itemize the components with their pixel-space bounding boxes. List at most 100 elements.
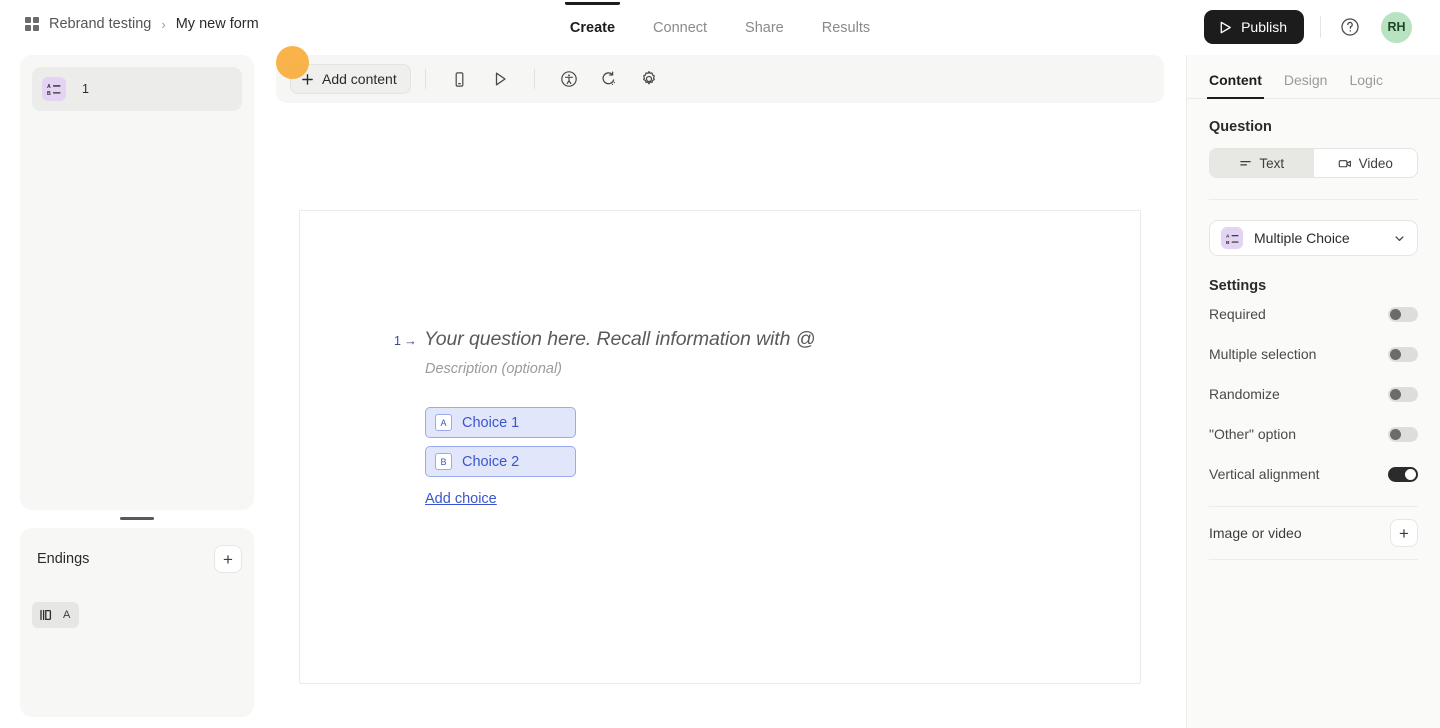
setting-row-other-option: "Other" option [1209, 414, 1418, 454]
question-title-line: 1 → Your question here. Recall informati… [394, 328, 1034, 351]
right-panel-tabs: Content Design Logic [1187, 55, 1440, 99]
breadcrumb-workspace[interactable]: Rebrand testing [49, 16, 151, 32]
choice-label[interactable]: Choice 2 [462, 454, 519, 470]
setting-row-multiple-selection: Multiple selection [1209, 334, 1418, 374]
mobile-preview-icon[interactable] [445, 64, 475, 94]
segment-text[interactable]: Text [1210, 149, 1314, 177]
add-ending-button[interactable]: + [214, 545, 242, 573]
divider-3 [1209, 559, 1418, 560]
question-number: 1 [82, 82, 89, 96]
choices-list: A Choice 1 B Choice 2 Add choice [425, 407, 1034, 508]
choice-letter-badge: A [435, 414, 452, 431]
toolbar-divider [1320, 16, 1321, 38]
tab-connect[interactable]: Connect [651, 2, 709, 53]
toggle-required[interactable] [1388, 306, 1418, 322]
svg-text:A: A [47, 84, 51, 90]
segment-text-label: Text [1259, 155, 1285, 171]
setting-row-vertical-alignment: Vertical alignment [1209, 454, 1418, 494]
segment-video-label: Video [1358, 155, 1393, 171]
svg-text:B: B [47, 91, 51, 96]
tab-create[interactable]: Create [564, 2, 621, 53]
right-panel-body: Question Text Video A B Multiple Choice … [1187, 99, 1440, 560]
breadcrumb-current-form[interactable]: My new form [176, 16, 259, 32]
setting-row-required: Required [1209, 294, 1418, 334]
image-or-video-label: Image or video [1209, 525, 1302, 541]
svg-text:B: B [1226, 240, 1230, 245]
toggle-multiple-selection[interactable] [1388, 346, 1418, 362]
app-root: Rebrand testing › My new form Create Con… [0, 0, 1440, 728]
tab-share[interactable]: Share [743, 2, 786, 53]
segment-video[interactable]: Video [1314, 149, 1418, 177]
question-description-input[interactable]: Description (optional) [425, 361, 1034, 377]
toggle-randomize[interactable] [1388, 386, 1418, 402]
breadcrumb: Rebrand testing › My new form [24, 16, 259, 32]
toolbar-divider-2 [533, 69, 535, 89]
question-type-dropdown[interactable]: A B Multiple Choice [1209, 220, 1418, 256]
question-title-input[interactable]: Your question here. Recall information w… [424, 328, 816, 351]
settings-title: Settings [1209, 278, 1267, 294]
choice-label[interactable]: Choice 1 [462, 415, 519, 431]
refresh-icon[interactable] [594, 64, 624, 94]
divider-1 [1209, 199, 1418, 200]
question-block: 1 → Your question here. Recall informati… [394, 328, 1034, 508]
right-settings-panel: Content Design Logic Question Text Video… [1186, 55, 1440, 728]
video-camera-icon [1338, 157, 1352, 170]
questions-panel: A B 1 [20, 55, 254, 510]
choice-option-a[interactable]: A Choice 1 [425, 407, 576, 438]
setting-row-randomize: Randomize [1209, 374, 1418, 414]
question-media-segmented-control: Text Video [1209, 148, 1418, 178]
question-type-label: Multiple Choice [1254, 230, 1350, 246]
question-section-label: Question [1209, 119, 1272, 135]
setting-label: Vertical alignment [1209, 466, 1320, 482]
choice-option-b[interactable]: B Choice 2 [425, 446, 576, 477]
grid-icon[interactable] [24, 16, 40, 32]
avatar[interactable]: RH [1381, 11, 1412, 43]
canvas-toolbar: Add content [276, 55, 1164, 103]
question-arrow-icon: → [403, 333, 417, 348]
sidebar-item-question-1[interactable]: A B 1 [32, 67, 242, 111]
svg-text:A: A [1226, 233, 1230, 239]
endings-header: Endings + [32, 542, 242, 576]
cursor-click-indicator [276, 46, 309, 79]
setting-label: Randomize [1209, 386, 1280, 402]
multiple-choice-icon: A B [1221, 227, 1243, 249]
toggle-other-option[interactable] [1388, 426, 1418, 442]
setting-label: Multiple selection [1209, 346, 1317, 362]
setting-label: Required [1209, 306, 1266, 322]
accessibility-icon[interactable] [554, 64, 584, 94]
publish-button[interactable]: Publish [1204, 10, 1304, 44]
ending-item-a[interactable]: A [32, 602, 80, 628]
tab-design[interactable]: Design [1284, 72, 1328, 98]
form-canvas: 1 → Your question here. Recall informati… [299, 210, 1141, 684]
add-content-label: Add content [322, 71, 397, 87]
left-sidebar: A B 1 Endings + A [20, 55, 254, 717]
help-button[interactable] [1337, 14, 1363, 40]
text-lines-icon [1239, 157, 1252, 170]
publish-label: Publish [1241, 19, 1287, 35]
breadcrumb-separator: › [161, 16, 166, 32]
gear-icon[interactable] [634, 64, 664, 94]
add-choice-link[interactable]: Add choice [425, 491, 497, 507]
sidebar-resize-handle[interactable] [120, 517, 154, 520]
choice-letter-badge: B [435, 453, 452, 470]
tab-content[interactable]: Content [1207, 72, 1264, 99]
play-preview-icon[interactable] [485, 64, 515, 94]
add-image-or-video-button[interactable]: + [1390, 519, 1418, 547]
send-icon [1218, 20, 1233, 35]
ending-letter: A [63, 609, 71, 621]
multiple-choice-icon: A B [42, 77, 66, 101]
toggle-vertical-alignment[interactable] [1388, 466, 1418, 482]
add-content-button[interactable]: Add content [290, 64, 411, 94]
question-index: 1 [394, 334, 401, 348]
setting-label: "Other" option [1209, 426, 1296, 442]
image-or-video-row: Image or video + [1209, 507, 1418, 559]
top-bar: Rebrand testing › My new form Create Con… [0, 0, 1440, 55]
question-circle-icon [1340, 17, 1360, 37]
chevron-down-icon [1393, 232, 1406, 245]
tab-logic[interactable]: Logic [1349, 72, 1382, 98]
tab-results[interactable]: Results [820, 2, 872, 53]
ending-flag-icon [39, 608, 53, 622]
endings-panel: Endings + A [20, 528, 254, 717]
top-right-actions: Publish RH [1204, 10, 1412, 44]
toolbar-divider-1 [424, 69, 426, 89]
